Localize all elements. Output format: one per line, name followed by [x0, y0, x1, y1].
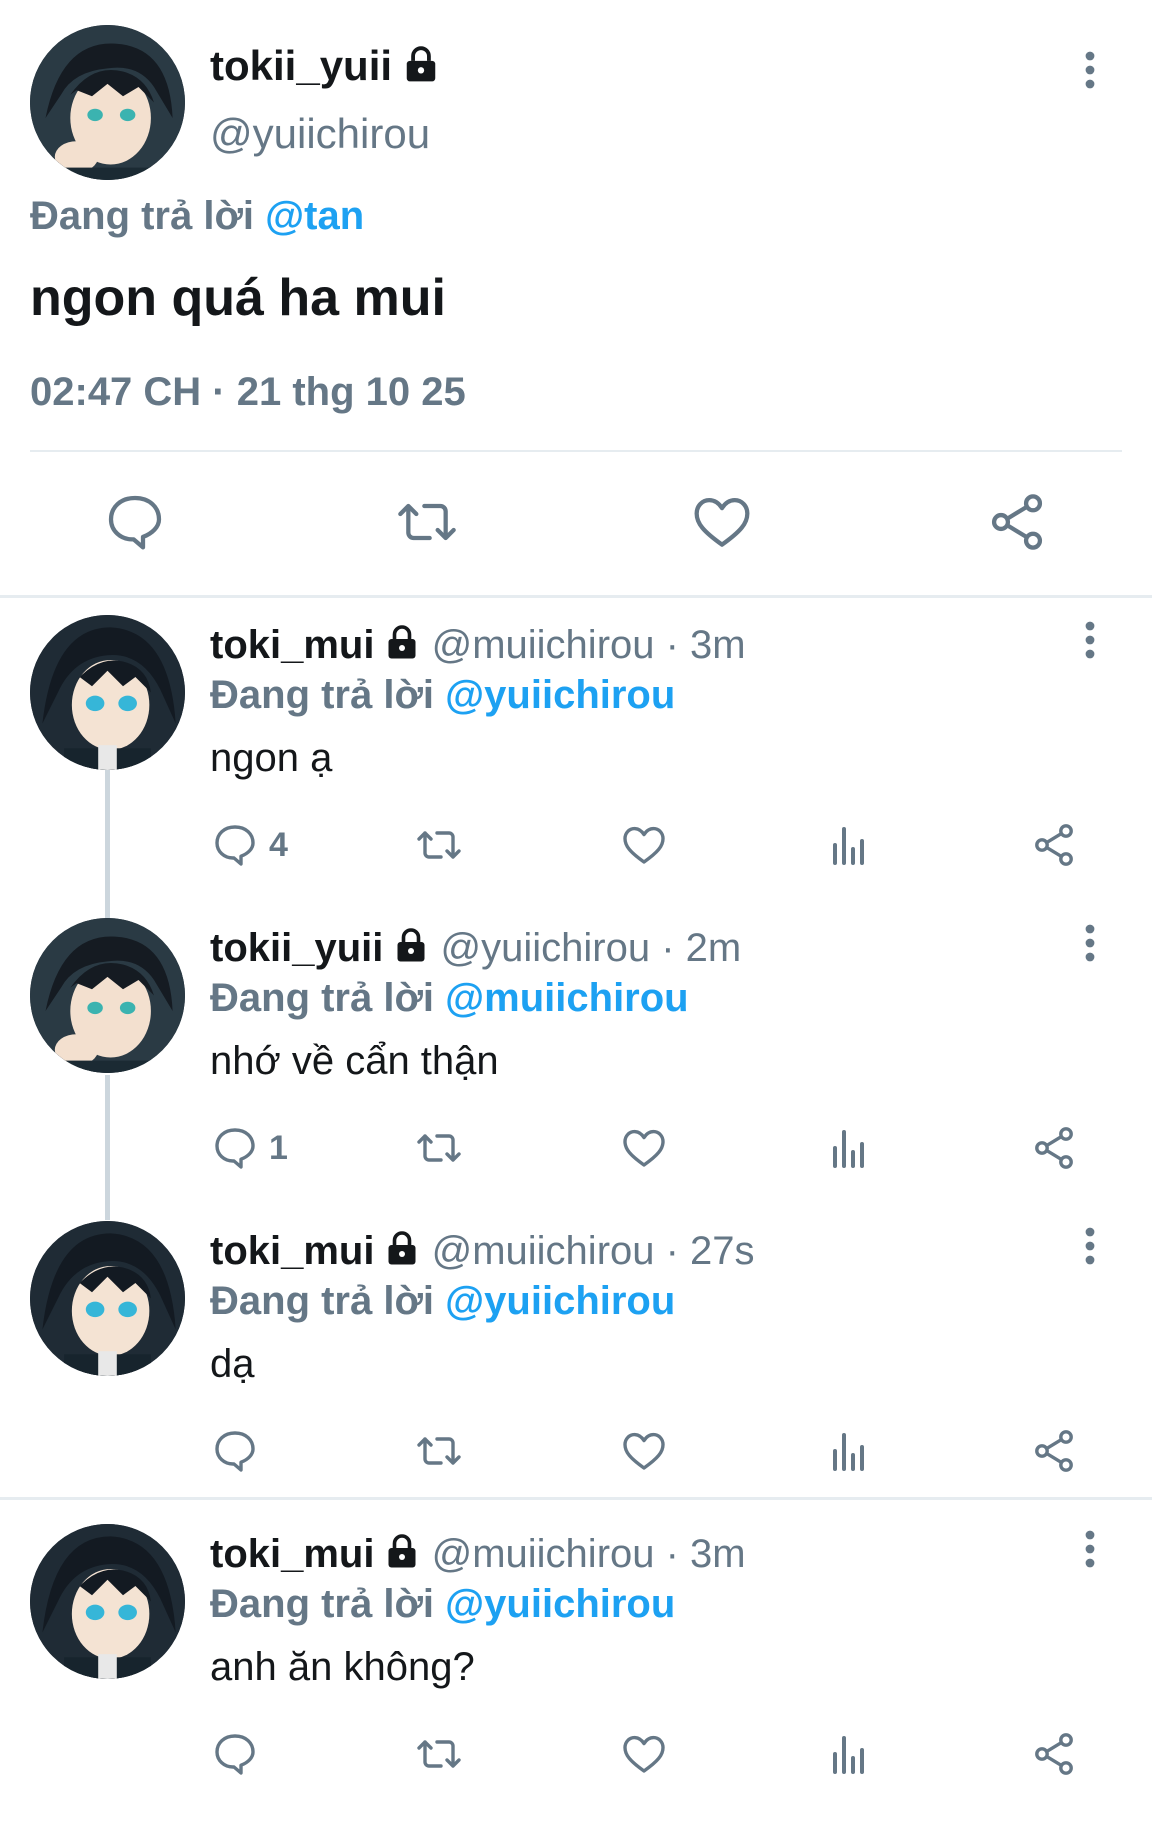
replying-prefix: Đang trả lời [210, 1279, 435, 1323]
handle-and-time: @muiichirou · 27s [431, 1229, 755, 1273]
main-display-name[interactable]: tokii_yuii [210, 40, 440, 95]
handle-and-time: @yuiichirou · 2m [440, 926, 742, 970]
section-divider [0, 595, 1152, 598]
replying-to-link[interactable]: @yuiichirou [445, 1279, 675, 1323]
reply-button[interactable] [211, 1729, 269, 1779]
tweet-text: anh ăn không? [210, 1645, 475, 1689]
more-options-icon[interactable] [1070, 50, 1110, 95]
share-icon[interactable] [1030, 1729, 1078, 1779]
more-options-icon[interactable] [1070, 1226, 1110, 1271]
replying-to-link[interactable]: @yuiichirou [445, 1582, 675, 1626]
replying-to: Đang trả lời @yuiichirou [210, 1276, 675, 1326]
divider [30, 450, 1122, 452]
like-icon[interactable] [620, 820, 668, 870]
section-divider [0, 1497, 1152, 1500]
avatar-yuiichirou[interactable] [30, 918, 185, 1073]
analytics-icon[interactable] [825, 1123, 873, 1173]
lock-icon [384, 622, 420, 672]
like-icon[interactable] [620, 1426, 668, 1476]
replying-to: Đang trả lời @yuiichirou [210, 1579, 675, 1629]
tweet-text: ngon ạ [210, 736, 333, 780]
share-icon[interactable] [985, 490, 1049, 554]
share-icon[interactable] [1030, 1123, 1078, 1173]
tweet-text: ngon quá ha mui [30, 269, 446, 327]
share-icon[interactable] [1030, 1426, 1078, 1476]
more-options-icon[interactable] [1070, 923, 1110, 968]
like-icon[interactable] [620, 1729, 668, 1779]
display-name[interactable]: tokii_yuii [210, 926, 383, 970]
lock-icon [402, 43, 440, 95]
replying-prefix: Đang trả lời [210, 673, 435, 717]
reply-tweet[interactable]: toki_mui @muiichirou · 27s Đang trả lời … [0, 1221, 1152, 1521]
reply-icon [215, 825, 255, 866]
replying-to: Đang trả lời @muiichirou [210, 973, 689, 1023]
reply-count: 1 [269, 1128, 288, 1167]
more-options-icon[interactable] [1070, 1529, 1110, 1574]
lock-icon [393, 925, 429, 975]
reply-tweet[interactable]: toki_mui @muiichirou · 3m Đang trả lời @… [0, 615, 1152, 915]
replying-prefix: Đang trả lời [210, 1582, 435, 1626]
main-handle[interactable]: @yuiichirou [210, 108, 430, 160]
avatar-muiichirou[interactable] [30, 1221, 185, 1376]
reply-icon[interactable] [103, 490, 167, 554]
reply-icon [215, 1128, 255, 1169]
avatar-yuiichirou[interactable] [30, 25, 185, 180]
analytics-icon[interactable] [825, 820, 873, 870]
reply-tweet[interactable]: toki_mui @muiichirou · 3m Đang trả lời @… [0, 1524, 1152, 1824]
retweet-icon[interactable] [415, 1729, 463, 1779]
reply-tweet[interactable]: tokii_yuii @yuiichirou · 2m Đang trả lời… [0, 918, 1152, 1218]
replying-prefix: Đang trả lời [30, 194, 255, 238]
lock-icon [384, 1531, 420, 1581]
reply-header: toki_mui @muiichirou · 3m [210, 620, 746, 672]
reply-button[interactable]: 4 [211, 820, 288, 870]
replying-to-link[interactable]: @muiichirou [445, 976, 688, 1020]
avatar-muiichirou[interactable] [30, 1524, 185, 1679]
handle-and-time: @muiichirou · 3m [431, 1532, 746, 1576]
tweet-timestamp: 02:47 CH · 21 thg 10 25 [30, 370, 466, 414]
reply-header: toki_mui @muiichirou · 27s [210, 1226, 755, 1278]
replying-to: Đang trả lời @yuiichirou [210, 670, 675, 720]
display-name-text: tokii_yuii [210, 42, 393, 89]
retweet-icon[interactable] [415, 1426, 463, 1476]
tweet-text: dạ [210, 1342, 255, 1386]
retweet-icon[interactable] [415, 1123, 463, 1173]
reply-count: 4 [269, 825, 288, 864]
avatar-muiichirou[interactable] [30, 615, 185, 770]
display-name[interactable]: toki_mui [210, 623, 374, 667]
display-name[interactable]: toki_mui [210, 1229, 374, 1273]
reply-button[interactable] [211, 1426, 269, 1476]
replying-to-link[interactable]: @tan [265, 194, 364, 238]
analytics-icon[interactable] [825, 1729, 873, 1779]
replying-to-link[interactable]: @yuiichirou [445, 673, 675, 717]
more-options-icon[interactable] [1070, 620, 1110, 665]
analytics-icon[interactable] [825, 1426, 873, 1476]
lock-icon [384, 1228, 420, 1278]
replying-prefix: Đang trả lời [210, 976, 435, 1020]
share-icon[interactable] [1030, 820, 1078, 870]
reply-header: toki_mui @muiichirou · 3m [210, 1529, 746, 1581]
reply-icon [215, 1734, 255, 1775]
tweet-text: nhớ về cẩn thận [210, 1039, 499, 1083]
reply-icon [215, 1431, 255, 1472]
display-name[interactable]: toki_mui [210, 1532, 374, 1576]
retweet-icon[interactable] [415, 820, 463, 870]
handle-and-time: @muiichirou · 3m [431, 623, 746, 667]
retweet-icon[interactable] [395, 490, 459, 554]
like-icon[interactable] [690, 490, 754, 554]
replying-to: Đang trả lời @tan [30, 191, 364, 241]
like-icon[interactable] [620, 1123, 668, 1173]
reply-button[interactable]: 1 [211, 1123, 288, 1173]
reply-header: tokii_yuii @yuiichirou · 2m [210, 923, 741, 975]
